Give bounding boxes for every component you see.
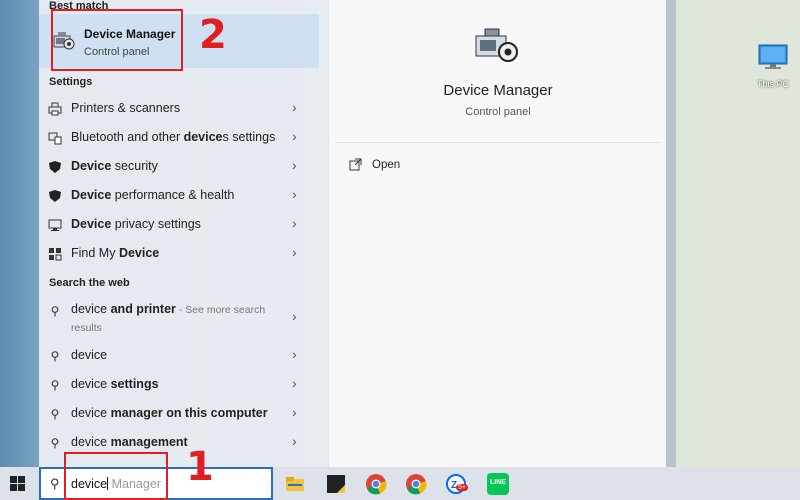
web-heading: Search the web xyxy=(49,277,130,289)
chevron-right-icon: › xyxy=(292,346,297,362)
web-item-and-printer[interactable]: ⚲ device and printer - See more search r… xyxy=(39,296,328,340)
device-manager-icon xyxy=(475,28,518,62)
settings-item-label: Device privacy settings xyxy=(71,217,201,231)
preview-pane: Device Manager Control panel Open xyxy=(328,0,666,467)
windows-start-icon[interactable] xyxy=(10,476,25,491)
chrome-icon[interactable] xyxy=(365,473,387,495)
line-icon[interactable]: LINE xyxy=(487,473,509,495)
printer-icon xyxy=(47,101,63,117)
search-icon: ⚲ xyxy=(50,407,60,421)
chrome-icon[interactable] xyxy=(405,473,427,495)
settings-item-printers[interactable]: Printers & scanners › xyxy=(39,94,328,123)
settings-heading: Settings xyxy=(49,76,93,88)
privacy-icon xyxy=(47,217,63,233)
settings-item-device-security[interactable]: Device security › xyxy=(39,152,328,181)
find-device-icon xyxy=(47,246,63,262)
bluetooth-icon xyxy=(47,130,63,146)
search-icon: ⚲ xyxy=(50,378,60,392)
computer-icon xyxy=(758,44,788,69)
zalo-icon[interactable]: Z 5+ xyxy=(446,473,470,495)
notification-badge: 5+ xyxy=(456,484,468,491)
settings-item-label: Printers & scanners xyxy=(71,101,181,115)
sticky-notes-icon[interactable] xyxy=(325,473,347,495)
search-icon: ⚲ xyxy=(50,304,60,318)
web-item-label: device manager on this computer xyxy=(71,406,268,420)
web-item-label: device settings xyxy=(71,377,159,391)
web-item-label: device xyxy=(71,348,108,362)
shield-icon xyxy=(47,159,63,175)
divider xyxy=(335,142,661,143)
open-label: Open xyxy=(372,158,401,171)
settings-item-label: Find My Device xyxy=(71,246,160,260)
settings-item-find-my-device[interactable]: Find My Device › xyxy=(39,239,328,268)
chevron-right-icon: › xyxy=(292,128,297,144)
chevron-right-icon: › xyxy=(292,157,297,173)
annotation-step-1: 1 xyxy=(186,444,214,490)
web-item-device-settings[interactable]: ⚲ device settings › xyxy=(39,370,328,399)
open-action[interactable]: Open xyxy=(349,158,400,171)
chevron-right-icon: › xyxy=(292,215,297,231)
shield-icon xyxy=(47,188,63,204)
settings-item-bluetooth[interactable]: Bluetooth and other devices settings › xyxy=(39,123,328,152)
web-item-label: device management xyxy=(71,435,188,449)
annotation-box-search xyxy=(64,452,168,500)
chevron-right-icon: › xyxy=(292,433,297,449)
this-pc-shortcut[interactable]: This PC xyxy=(752,44,794,89)
annotation-box-best-match xyxy=(51,9,183,71)
preview-subtitle: Control panel xyxy=(465,106,531,118)
chevron-right-icon: › xyxy=(292,404,297,420)
web-item-device[interactable]: ⚲ device › xyxy=(39,341,328,370)
line-label: LINE xyxy=(490,479,506,486)
file-explorer-icon[interactable] xyxy=(284,473,306,495)
settings-item-label: Device performance & health xyxy=(71,188,235,202)
chevron-right-icon: › xyxy=(292,375,297,391)
search-icon: ⚲ xyxy=(50,476,60,491)
preview-title: Device Manager xyxy=(443,82,553,99)
chevron-right-icon: › xyxy=(292,308,297,324)
annotation-step-2: 2 xyxy=(199,12,227,58)
chevron-right-icon: › xyxy=(292,244,297,260)
settings-item-label: Device security xyxy=(71,159,158,173)
settings-item-device-performance[interactable]: Device performance & health › xyxy=(39,181,328,210)
open-icon xyxy=(349,158,362,171)
web-item-label: device and printer - See more search res… xyxy=(71,302,266,334)
settings-item-label: Bluetooth and other devices settings xyxy=(71,130,276,144)
search-icon: ⚲ xyxy=(50,436,60,450)
this-pc-label: This PC xyxy=(756,79,789,89)
chevron-right-icon: › xyxy=(292,186,297,202)
search-icon: ⚲ xyxy=(50,349,60,363)
chevron-right-icon: › xyxy=(292,99,297,115)
settings-item-device-privacy[interactable]: Device privacy settings › xyxy=(39,210,328,239)
web-item-device-manager[interactable]: ⚲ device manager on this computer › xyxy=(39,399,328,428)
